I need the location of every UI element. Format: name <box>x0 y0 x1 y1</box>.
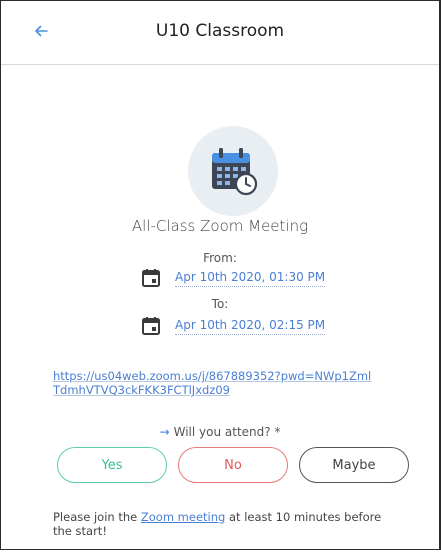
arrow-right-icon: → <box>159 425 170 439</box>
meeting-title: All-Class Zoom Meeting <box>131 217 309 235</box>
calendar-icon <box>142 269 160 287</box>
zoom-meeting-link[interactable]: https://us04web.zoom.us/j/867889352?pwd=… <box>53 369 373 397</box>
from-date-row[interactable]: Apr 10th 2020, 01:30 PM <box>141 268 326 288</box>
to-date-row[interactable]: Apr 10th 2020, 02:15 PM <box>141 316 326 336</box>
header: U10 Classroom <box>1 1 439 65</box>
calendar-icon <box>142 317 160 335</box>
page-title: U10 Classroom <box>155 21 285 41</box>
footer-text-before: Please join the <box>53 510 141 524</box>
to-label: To: <box>211 297 229 311</box>
yes-button[interactable]: Yes <box>57 447 167 483</box>
calendar-clock-icon <box>212 148 258 196</box>
attend-question-text: Will you attend? * <box>173 425 281 439</box>
attend-question: → Will you attend? * <box>1 425 439 439</box>
no-button[interactable]: No <box>178 447 288 483</box>
to-date-value[interactable]: Apr 10th 2020, 02:15 PM <box>175 318 326 335</box>
footer-note: Please join the Zoom meeting at least 10… <box>53 510 393 538</box>
from-date-value[interactable]: Apr 10th 2020, 01:30 PM <box>175 270 326 287</box>
meeting-icon-badge <box>188 126 278 216</box>
zoom-meeting-inline-link[interactable]: Zoom meeting <box>141 510 225 524</box>
from-label: From: <box>203 251 237 265</box>
maybe-button[interactable]: Maybe <box>299 447 409 483</box>
app-frame: U10 Classroom All-Class Zoom Meeting Fro… <box>0 0 441 550</box>
